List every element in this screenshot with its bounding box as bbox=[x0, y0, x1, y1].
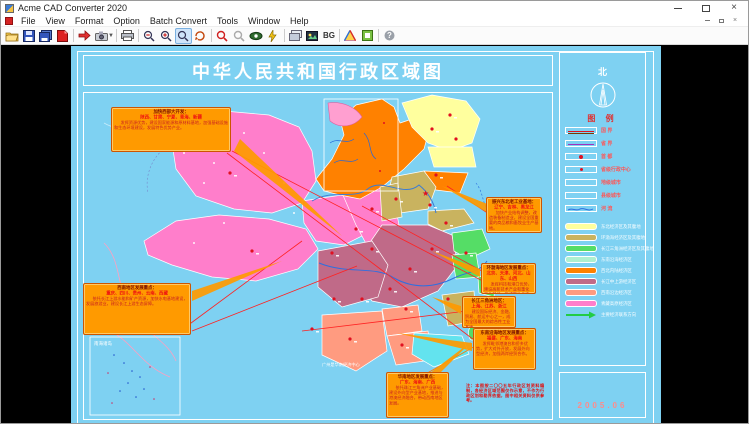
menu-file[interactable]: File bbox=[16, 16, 41, 26]
legend-area-bohai: 环渤海经济区及其腹地 bbox=[560, 232, 645, 243]
callout-southwest: 西南地区发展重点： 重庆、四川、贵州、云南、西藏 依托长江上游水能和矿产资源，加… bbox=[83, 283, 191, 335]
menu-bar: File View Format Option Batch Convert To… bbox=[1, 15, 748, 27]
title-bar: Acme CAD Converter 2020 × bbox=[1, 1, 748, 15]
batch-flash-button[interactable] bbox=[265, 28, 282, 44]
menu-format[interactable]: Format bbox=[70, 16, 109, 26]
green-arrow-icon bbox=[566, 311, 596, 318]
app-window: Acme CAD Converter 2020 × File View Form… bbox=[0, 0, 749, 424]
legend-row-county-city: 县级城市 bbox=[560, 189, 645, 202]
toolbar: ▼ BG ? bbox=[1, 27, 748, 45]
background-toggle-button[interactable]: BG bbox=[321, 28, 337, 44]
inset-label: 南海诸岛 bbox=[94, 340, 112, 347]
callout-south: 华南地区发展重点： 广东、海南、广西 依托珠江三角洲产业基础，建设外向型产业基地… bbox=[386, 372, 449, 418]
legend-area-yangtze-delta: 长江三角洲经济区及其腹地 bbox=[560, 243, 654, 254]
legend-box: 北 图 例 国 界 省 界 首 都 省级行政中心 地级城市 县级城市 河 流 东… bbox=[559, 52, 654, 366]
help-button[interactable]: ? bbox=[381, 28, 398, 44]
compass-icon bbox=[590, 82, 615, 108]
cad-canvas[interactable]: 中华人民共和国行政区域图 ★ 南海诸岛 广州是华南经济中心 加快西部大开发： 陕… bbox=[1, 45, 748, 423]
child-minimize-button[interactable] bbox=[700, 16, 714, 26]
document-icon bbox=[5, 16, 13, 25]
callout-bohai: 环渤海地区发展重点： 北京、天津、河北、山东、山西 发挥科技和港口优势，建设高新… bbox=[481, 263, 536, 294]
map-date: 2005.06 bbox=[577, 401, 628, 410]
menu-batch-convert[interactable]: Batch Convert bbox=[145, 16, 212, 26]
legend-title: 图 例 bbox=[587, 114, 618, 123]
legend-area-northwest: 西北内陆经济区 bbox=[560, 265, 645, 276]
layers-button[interactable] bbox=[287, 28, 304, 44]
zoom-window-button[interactable] bbox=[174, 27, 192, 44]
zoom-extents-button[interactable] bbox=[192, 28, 209, 44]
north-label: 北 bbox=[597, 67, 607, 77]
inset-south-china-sea: 南海诸岛 bbox=[89, 336, 181, 416]
image-mode-button[interactable] bbox=[304, 28, 321, 44]
preview-eye-button[interactable] bbox=[248, 28, 265, 44]
convert-button[interactable] bbox=[76, 28, 93, 44]
legend-area-northeast: 东北经济区及其腹地 bbox=[560, 221, 645, 232]
legend-area-economic-link: 主要经济联系方向 bbox=[560, 309, 645, 320]
region-jilin bbox=[427, 146, 477, 168]
region-sichuan bbox=[317, 240, 389, 308]
print-button[interactable] bbox=[119, 28, 136, 44]
map-note-block: 注：本图按二〇〇五年行政区划资料编制，各经济区域范围仅作示意，不作为行政区划和勘… bbox=[466, 383, 544, 403]
maximize-button[interactable] bbox=[692, 1, 720, 15]
save-all-button[interactable] bbox=[37, 28, 54, 44]
legend-row-prefecture-city: 地级城市 bbox=[560, 176, 645, 189]
child-close-button[interactable]: × bbox=[728, 16, 742, 26]
folder-options-button[interactable] bbox=[359, 28, 376, 44]
guangzhou-note-label: 广州是华南经济中心 bbox=[322, 361, 361, 368]
drawing-sheet[interactable]: 中华人民共和国行政区域图 ★ 南海诸岛 广州是华南经济中心 加快西部大开发： 陕… bbox=[71, 46, 661, 423]
beijing-star: ★ bbox=[422, 189, 429, 198]
callout-northeast: 振兴东北老工业基地： 辽宁、吉林、黑龙江 加快产业结构调整，改造装备制造业，建设… bbox=[486, 197, 542, 233]
legend-row-river: 河 流 bbox=[560, 202, 645, 215]
menu-help[interactable]: Help bbox=[285, 16, 314, 26]
find-next-button[interactable] bbox=[231, 28, 248, 44]
save-button[interactable] bbox=[20, 28, 37, 44]
callout-se-coast: 东南沿海地区发展重点： 福建、广东、海南 发挥毗邻港澳台和侨乡优势，扩大对外开放… bbox=[473, 328, 536, 370]
menu-window[interactable]: Window bbox=[243, 16, 285, 26]
legend-area-mid-yangtze: 长江中上游经济区 bbox=[560, 276, 645, 287]
open-button[interactable] bbox=[3, 28, 20, 44]
legend-area-se-coast: 东南沿海经济区 bbox=[560, 254, 645, 265]
child-restore-button[interactable] bbox=[714, 16, 728, 26]
svg-text:?: ? bbox=[387, 31, 392, 40]
legend-row-capital: 首 都 bbox=[560, 150, 645, 163]
zoom-in-icon-button[interactable] bbox=[158, 28, 175, 44]
legend-area-southwest: 西南沿边经济区 bbox=[560, 287, 645, 298]
menu-view[interactable]: View bbox=[41, 16, 70, 26]
menu-tools[interactable]: Tools bbox=[212, 16, 243, 26]
date-box: 2005.06 bbox=[559, 372, 646, 418]
minimize-button[interactable] bbox=[664, 1, 692, 15]
window-title: Acme CAD Converter 2020 bbox=[18, 3, 128, 13]
app-icon bbox=[5, 3, 14, 13]
find-button[interactable] bbox=[214, 28, 231, 44]
export-pdf-button[interactable] bbox=[54, 28, 71, 44]
menu-option[interactable]: Option bbox=[108, 16, 145, 26]
callout-northwest: 加快西部大开发： 陕西、甘肃、宁夏、青海、新疆 发挥资源优势，建设国家能源和原材… bbox=[111, 107, 231, 152]
map-title-box: 中华人民共和国行政区域图 bbox=[83, 55, 553, 86]
callout-yangtze-delta: 长江三角洲地区： 上海、江苏、浙江 建设国际经济、金融、贸易、航运中心之一，成为… bbox=[462, 296, 516, 328]
zoom-out-icon-button[interactable] bbox=[141, 28, 158, 44]
about-button[interactable] bbox=[342, 28, 359, 44]
capture-dropdown-caret[interactable]: ▼ bbox=[108, 33, 114, 39]
legend-row-national-boundary: 国 界 bbox=[560, 124, 645, 137]
legend-area-tibet-plateau: 青藏高原经济区 bbox=[560, 298, 645, 309]
close-button[interactable]: × bbox=[720, 1, 748, 15]
map-title: 中华人民共和国行政区域图 bbox=[192, 61, 444, 82]
legend-row-provincial-capital: 省级行政中心 bbox=[560, 163, 645, 176]
legend-row-province-boundary: 省 界 bbox=[560, 137, 645, 150]
